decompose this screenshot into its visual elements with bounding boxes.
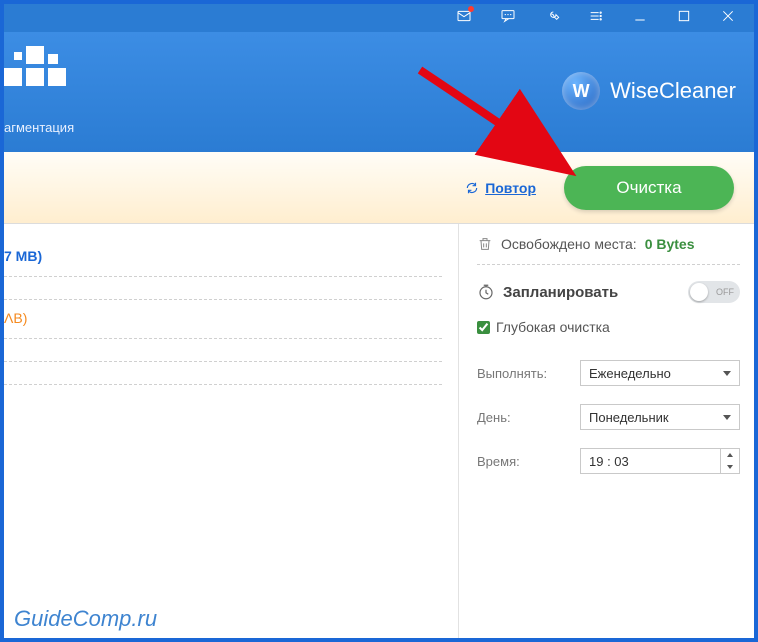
clean-button[interactable]: Очистка [564, 166, 734, 210]
clock-icon [477, 283, 495, 301]
deep-clean-row: Глубокая очистка [477, 313, 740, 351]
feedback-icon[interactable] [486, 0, 530, 32]
spinner-up[interactable] [721, 449, 739, 461]
tools-icon[interactable] [530, 0, 574, 32]
maximize-button[interactable] [662, 0, 706, 32]
trash-icon [477, 236, 493, 252]
repeat-link[interactable]: Повтор [465, 180, 536, 196]
time-spinner[interactable]: 19 : 03 [580, 448, 740, 474]
spinner-down[interactable] [721, 461, 739, 473]
frequency-label: Выполнять: [477, 366, 547, 381]
schedule-row: Запланировать OFF [477, 265, 740, 313]
frequency-row: Выполнять: Еженедельно [477, 351, 740, 395]
menu-icon[interactable] [574, 0, 618, 32]
header-tab-label[interactable]: агментация [4, 120, 74, 135]
time-row: Время: 19 : 03 [477, 439, 740, 483]
brand[interactable]: W WiseCleaner [562, 72, 736, 110]
minimize-button[interactable] [618, 0, 662, 32]
day-select[interactable]: Понедельник [580, 404, 740, 430]
list-item[interactable]: 7 MB) [4, 238, 442, 277]
notification-dot [468, 6, 474, 12]
repeat-label: Повтор [485, 180, 536, 196]
close-button[interactable] [706, 0, 750, 32]
header: агментация W WiseCleaner [0, 32, 758, 152]
deep-clean-label: Глубокая очистка [496, 319, 610, 335]
list-item[interactable] [4, 362, 442, 385]
mail-icon[interactable] [442, 0, 486, 32]
brand-logo: W [562, 72, 600, 110]
schedule-toggle[interactable]: OFF [688, 281, 740, 303]
deep-clean-checkbox[interactable] [477, 321, 490, 334]
list-item[interactable] [4, 339, 442, 362]
chevron-down-icon [723, 371, 731, 376]
results-list: 7 MB) ΛΒ) [0, 224, 458, 642]
list-item[interactable] [4, 277, 442, 300]
action-bar: Повтор Очистка [0, 152, 758, 224]
freed-label: Освобождено места: [501, 236, 637, 252]
brand-name: WiseCleaner [610, 78, 736, 104]
chevron-down-icon [723, 415, 731, 420]
frequency-select[interactable]: Еженедельно [580, 360, 740, 386]
defrag-icon [4, 44, 64, 94]
side-panel: Освобождено места: 0 Bytes Запланировать… [458, 224, 758, 642]
schedule-title: Запланировать [503, 284, 618, 301]
freed-space-row: Освобождено места: 0 Bytes [477, 236, 740, 265]
list-item[interactable]: ΛΒ) [4, 300, 442, 339]
refresh-icon [465, 181, 479, 195]
titlebar [0, 0, 758, 32]
time-label: Время: [477, 454, 520, 469]
content-area: 7 MB) ΛΒ) Освобождено места: 0 Bytes Зап… [0, 224, 758, 642]
day-row: День: Понедельник [477, 395, 740, 439]
freed-value: 0 Bytes [645, 236, 695, 252]
watermark: GuideComp.ru [14, 606, 157, 632]
day-label: День: [477, 410, 511, 425]
